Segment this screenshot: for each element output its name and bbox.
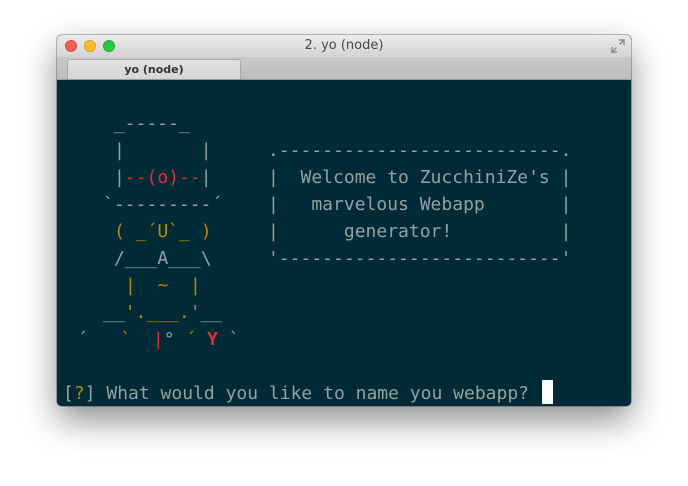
- ascii-feet-a: ´: [77, 329, 121, 350]
- ascii-hat-top: _-----_: [103, 113, 190, 134]
- ascii-feet-b: `: [120, 329, 153, 350]
- title-bar[interactable]: 2. yo (node): [57, 35, 631, 58]
- ascii-belt: | ~ |: [125, 275, 201, 296]
- ascii-face: ( _´U`_ ): [114, 221, 212, 242]
- prompt-bracket-open: [: [63, 383, 74, 404]
- terminal-output[interactable]: _-----_ | | |--(o)--| `---------´ ( _´U`…: [57, 80, 631, 406]
- ascii-eyes: --(o)--: [124, 167, 201, 188]
- tab-bar: yo (node): [57, 57, 631, 80]
- ascii-arms: /___A___\: [114, 248, 212, 269]
- ascii-feet-f: Y: [207, 329, 218, 350]
- text-cursor[interactable]: [541, 380, 553, 404]
- prompt-question: What would you like to name you webapp?: [95, 383, 540, 404]
- ascii-eyes-right: |: [200, 167, 212, 188]
- ascii-legs-right: __: [200, 302, 223, 323]
- ascii-feet-e: ´: [185, 329, 208, 350]
- prompt-bracket-close: ]: [84, 383, 96, 404]
- tab-yo-node[interactable]: yo (node): [67, 59, 241, 79]
- question-mark-icon: ?: [73, 383, 85, 404]
- ascii-feet: ´ ` |° ´ Y `: [77, 326, 240, 353]
- greeting-line-3: | generator! |: [268, 221, 572, 242]
- prompt-line[interactable]: [?] What would you like to name you weba…: [63, 380, 553, 406]
- terminal-window: 2. yo (node) yo (node) _-----_ | | |--(o…: [57, 35, 631, 406]
- ascii-feet-g: `: [217, 329, 240, 350]
- greeting-bottom-border: '--------------------------': [268, 248, 572, 269]
- greeting-top-border: .--------------------------.: [268, 140, 572, 161]
- ascii-eyes-row: |--(o)--|: [114, 164, 212, 191]
- ascii-feet-d: °: [163, 329, 186, 350]
- ascii-legs: __'.___.'__: [103, 299, 222, 326]
- ascii-hat-side: | |: [114, 140, 212, 161]
- fullscreen-icon[interactable]: [611, 39, 625, 53]
- greeting-line-2: | marvelous Webapp |: [268, 194, 572, 215]
- greeting-line-1: | Welcome to ZucchiniZe's |: [268, 167, 572, 188]
- ascii-feet-c: |: [152, 329, 164, 350]
- ascii-eyes-left: |: [114, 167, 125, 188]
- ascii-legs-mid: '.___.': [124, 302, 201, 323]
- ascii-legs-left: __: [103, 302, 125, 323]
- ascii-brim: `---------´: [103, 194, 223, 215]
- window-title: 2. yo (node): [304, 38, 384, 53]
